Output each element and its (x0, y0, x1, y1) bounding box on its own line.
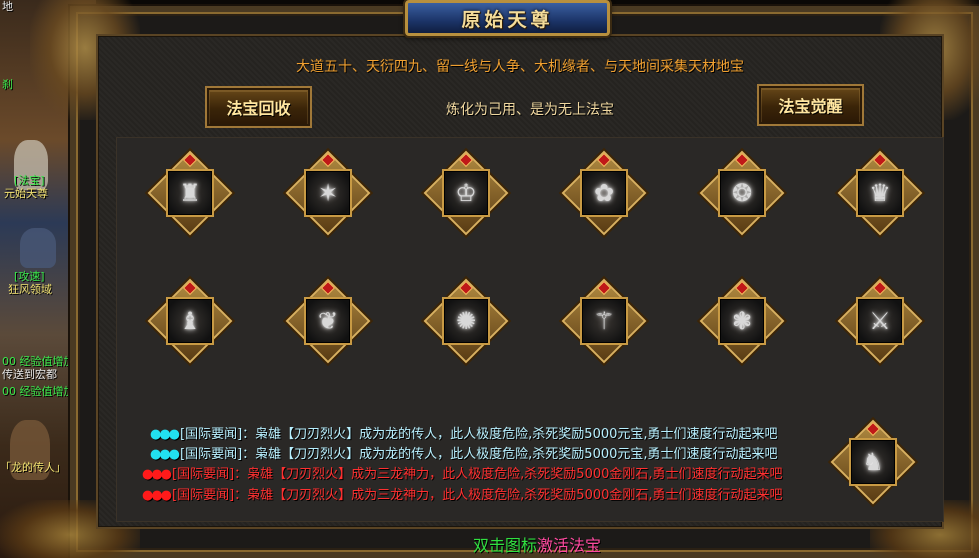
hint-part-2: 激活法宝 (537, 536, 602, 555)
treasure-slot[interactable]: ❃ (699, 278, 785, 364)
npc-label: 刹 (2, 78, 13, 91)
npc-tag-speed: [攻速] (14, 270, 45, 283)
lion-head-icon: ❂ (731, 179, 753, 207)
cauldron-icon: ♔ (455, 179, 477, 207)
news-item: ●●● [国际要闻]：枭雄【刀刃烈火】成为龙的传人，此人极度危险,杀死奖励5000… (150, 443, 778, 462)
treasure-slot[interactable]: ✺ (423, 278, 509, 364)
crossed-swords-icon: ⚔ (869, 307, 891, 335)
spirit-beast-icon: ❦ (317, 307, 339, 335)
description-line-1: 大道五十、天衍四九、留一线与人争、大机缘者、与天地间采集天材地宝 (296, 59, 744, 75)
npc-name-wind[interactable]: 狂风领域 (8, 283, 52, 296)
treasure-slot[interactable]: ❦ (285, 278, 371, 364)
npc-figure (20, 228, 56, 268)
treasure-slot[interactable]: ❂ (699, 150, 785, 236)
treasure-slot[interactable]: ✿ (561, 150, 647, 236)
treasure-slot[interactable]: ⚔ (837, 278, 923, 364)
dragon-coil-icon: ❃ (731, 307, 753, 335)
treasure-slot[interactable]: ♞ (830, 419, 916, 505)
channel-dots-icon: ●●● (150, 447, 180, 462)
treasure-awaken-button[interactable]: 法宝觉醒 (757, 84, 864, 126)
news-item: ●●● [国际要闻]：枭雄【刀刃烈火】成为三龙神力，此人极度危险,杀死奖励5000… (142, 484, 783, 503)
teleport-message: 传送到宏都 (2, 368, 57, 381)
channel-dots-icon: ●●● (142, 488, 172, 503)
staff-bell-icon: ⚚ (593, 307, 615, 335)
exp-message: 00 经验值增加: (2, 385, 79, 398)
window-title: 原始天尊 (461, 8, 554, 31)
armor-idol-icon: ♛ (869, 179, 891, 207)
treasure-slot[interactable]: ⚚ (561, 278, 647, 364)
jade-disc-icon: ✺ (455, 307, 477, 335)
news-text: [国际要闻]：枭雄【刀刃烈火】成为三龙神力，此人极度危险,杀死奖励5000金刚石… (172, 467, 783, 482)
news-text: [国际要闻]：枭雄【刀刃烈火】成为三龙神力，此人极度危险,杀死奖励5000金刚石… (172, 488, 783, 503)
lotus-icon: ✿ (593, 179, 615, 207)
pagoda-icon: ♝ (179, 307, 201, 335)
guardian-beast-icon: ♞ (862, 448, 884, 476)
treasure-slot[interactable]: ✶ (285, 150, 371, 236)
npc-tag-treasure: [法宝] (14, 174, 45, 187)
description-line-2: 炼化为己用、是为无上法宝 (446, 102, 614, 118)
winged-spirit-icon: ✶ (317, 179, 339, 207)
channel-dots-icon: ●●● (142, 467, 172, 482)
player-title: 「龙的传人」 (0, 461, 66, 474)
channel-dots-icon: ●●● (150, 427, 180, 442)
activate-hint: 双击图标激活法宝 (473, 532, 601, 556)
map-label: 地 (2, 0, 13, 13)
exp-message: 00 经验值增加: (2, 355, 79, 368)
treasure-slot[interactable]: ♝ (147, 278, 233, 364)
news-item: ●●● [国际要闻]：枭雄【刀刃烈火】成为龙的传人，此人极度危险,杀死奖励5000… (150, 423, 778, 442)
news-text: [国际要闻]：枭雄【刀刃烈火】成为龙的传人，此人极度危险,杀死奖励5000元宝,… (180, 427, 778, 442)
hint-part-1: 双击图标 (473, 536, 538, 555)
news-text: [国际要闻]：枭雄【刀刃烈火】成为龙的传人，此人极度危险,杀死奖励5000元宝,… (180, 447, 778, 462)
treasure-slot[interactable]: ♔ (423, 150, 509, 236)
npc-name-yuanshi[interactable]: 元始天尊 (4, 187, 48, 200)
treasure-slot[interactable]: ♜ (147, 150, 233, 236)
treasure-recycle-button[interactable]: 法宝回收 (205, 86, 312, 128)
treasure-slot[interactable]: ♛ (837, 150, 923, 236)
ornate-idol-icon: ♜ (179, 179, 201, 207)
news-item: ●●● [国际要闻]：枭雄【刀刃烈火】成为三龙神力，此人极度危险,杀死奖励5000… (142, 463, 783, 482)
window-title-plaque: 原始天尊 (405, 0, 610, 36)
